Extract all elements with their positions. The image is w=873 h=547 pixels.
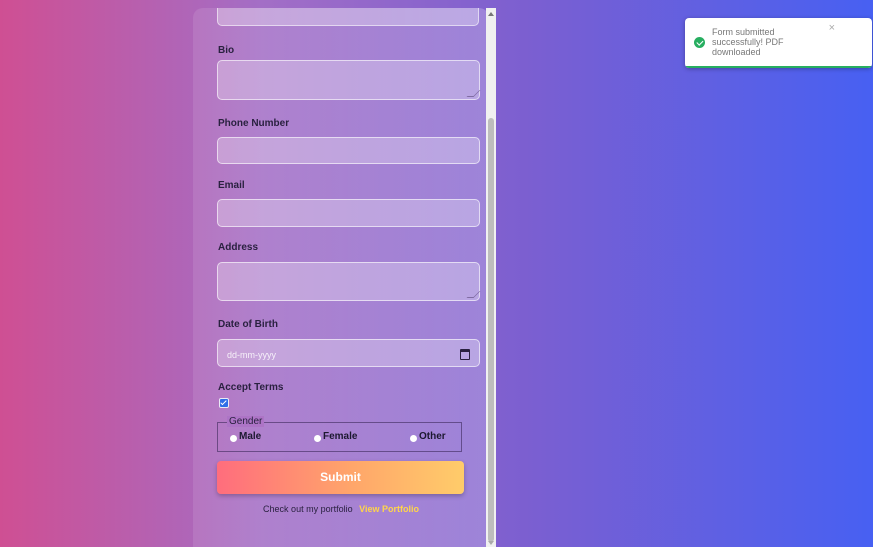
toast-message: Form submitted successfully! PDF downloa…	[712, 27, 784, 57]
email-label: Email	[218, 180, 245, 191]
dob-placeholder: dd-mm-yyyy	[227, 350, 276, 360]
gender-radio-other[interactable]: Other	[410, 431, 446, 442]
bio-textarea[interactable]	[217, 60, 481, 100]
gender-legend: Gender	[227, 416, 265, 427]
dob-input[interactable]: dd-mm-yyyy	[217, 339, 480, 367]
portfolio-line: Check out my portfolio View Portfolio	[193, 504, 489, 514]
phone-input[interactable]	[217, 137, 480, 164]
toast-progress-bar	[685, 66, 872, 68]
success-check-icon	[694, 37, 705, 48]
dob-label: Date of Birth	[218, 319, 278, 330]
email-input[interactable]	[217, 199, 480, 227]
form-scrollbar[interactable]	[486, 8, 496, 547]
previous-field-input[interactable]	[217, 8, 479, 26]
radio-icon[interactable]	[230, 434, 237, 442]
resize-grip-icon[interactable]	[466, 291, 481, 298]
close-icon[interactable]: ×	[829, 22, 835, 34]
radio-label-other: Other	[419, 431, 446, 442]
radio-icon[interactable]	[410, 434, 417, 442]
gender-radio-male[interactable]: Male	[230, 431, 261, 442]
accept-terms-checkbox[interactable]	[219, 398, 229, 408]
scroll-down-icon[interactable]	[488, 541, 494, 545]
radio-icon[interactable]	[314, 434, 321, 442]
submit-button[interactable]: Submit	[217, 461, 464, 494]
address-textarea[interactable]	[217, 262, 481, 301]
gender-fieldset: Gender Male Female Other	[217, 416, 462, 452]
gender-radio-female[interactable]: Female	[314, 431, 357, 442]
form-card: Bio Phone Number Email Address Date of B…	[193, 8, 489, 547]
calendar-icon[interactable]	[460, 349, 470, 360]
terms-label: Accept Terms	[218, 382, 284, 393]
radio-label-male: Male	[239, 431, 262, 442]
scroll-thumb[interactable]	[488, 118, 494, 542]
portfolio-text: Check out my portfolio	[263, 504, 353, 514]
resize-grip-icon[interactable]	[466, 90, 481, 97]
address-label: Address	[218, 242, 259, 253]
view-portfolio-link[interactable]: View Portfolio	[359, 504, 419, 514]
scroll-up-icon[interactable]	[488, 12, 494, 16]
phone-label: Phone Number	[218, 118, 290, 129]
bio-label: Bio	[218, 45, 235, 56]
radio-label-female: Female	[323, 431, 358, 442]
success-toast: Form submitted successfully! PDF downloa…	[685, 18, 872, 68]
